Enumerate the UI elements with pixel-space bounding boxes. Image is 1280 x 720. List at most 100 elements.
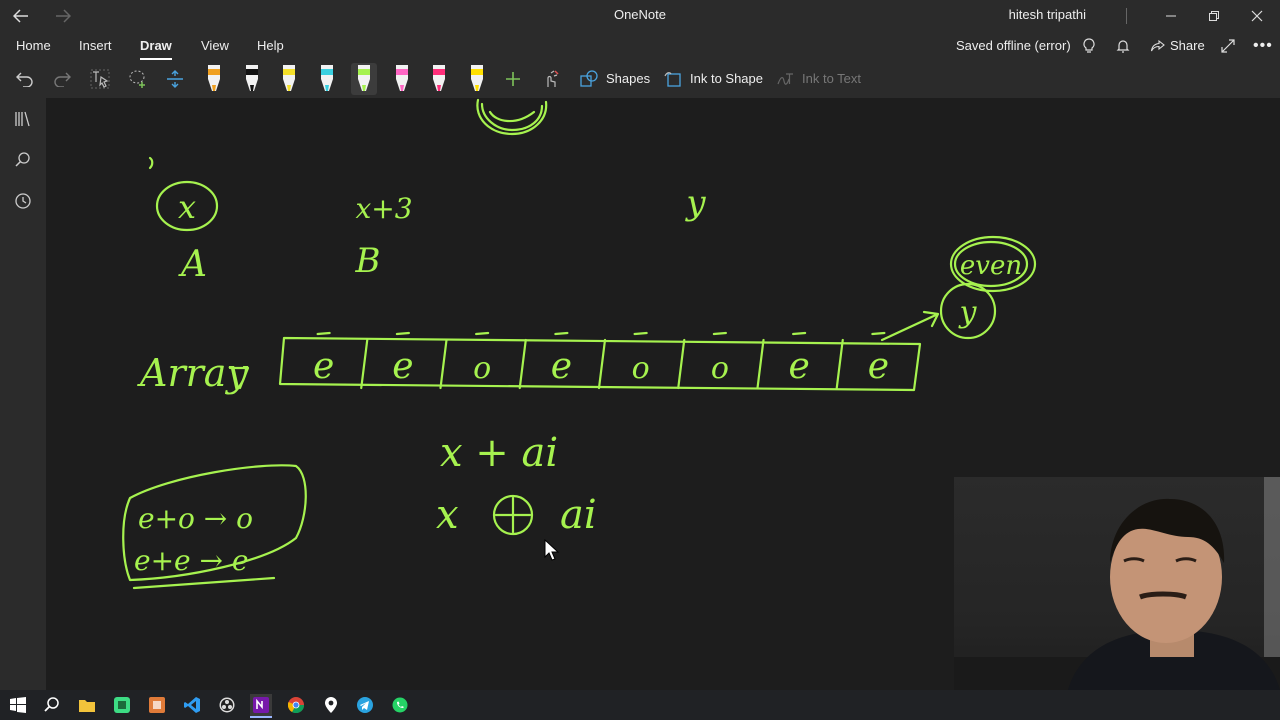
expr2-x: x xyxy=(436,492,459,538)
rule-e-plus-e: e+e → e xyxy=(134,544,248,577)
even-text: even xyxy=(960,251,1022,281)
array-divider xyxy=(360,338,369,390)
array-divider xyxy=(518,338,527,390)
share-label: Share xyxy=(1170,38,1205,53)
arrow-to-y xyxy=(880,310,940,342)
ink-to-text-label: Ink to Text xyxy=(802,71,862,86)
cell-mark xyxy=(871,331,886,336)
draw-ribbon: Shapes Ink to Shape Ink to Text xyxy=(0,60,1280,99)
tab-help[interactable]: Help xyxy=(257,36,284,56)
cell-mark xyxy=(712,331,727,336)
share-icon xyxy=(1150,39,1165,52)
shapes-label: Shapes xyxy=(606,71,651,86)
ink-to-shape-button[interactable]: Ink to Shape xyxy=(664,60,763,98)
recent-clock-icon[interactable] xyxy=(10,188,36,214)
pen-cyan-icon[interactable] xyxy=(314,63,340,95)
title-separator xyxy=(1126,8,1127,24)
cell-mark xyxy=(633,331,648,336)
save-status[interactable]: Saved offline (error) xyxy=(956,32,1071,60)
shapes-button[interactable]: Shapes xyxy=(580,60,650,98)
pen-multicolor-icon[interactable] xyxy=(201,63,227,95)
mouse-cursor-icon xyxy=(544,538,560,561)
add-pen-icon[interactable] xyxy=(499,64,527,94)
cell-mark xyxy=(475,331,490,336)
app-orange-icon[interactable] xyxy=(146,694,168,716)
tab-insert[interactable]: Insert xyxy=(79,36,112,56)
array-divider xyxy=(835,338,844,390)
highlighter-yellow-icon[interactable] xyxy=(464,63,490,95)
app-green-icon[interactable] xyxy=(111,694,133,716)
pen-black-icon[interactable] xyxy=(239,63,265,95)
fullscreen-icon[interactable] xyxy=(1220,32,1238,60)
array-divider xyxy=(439,338,448,390)
array-cell: o xyxy=(711,351,729,386)
type-select-icon[interactable] xyxy=(86,64,114,94)
windows-start-icon[interactable] xyxy=(7,694,29,716)
pen-yellow-icon[interactable] xyxy=(276,63,302,95)
user-name[interactable]: hitesh tripathi xyxy=(1009,0,1086,32)
whatsapp-icon[interactable] xyxy=(389,694,411,716)
array-divider xyxy=(756,338,765,390)
back-arrow-icon[interactable] xyxy=(6,0,36,32)
vscode-icon[interactable] xyxy=(181,694,203,716)
array-cell: e xyxy=(313,346,334,387)
bell-icon[interactable] xyxy=(1116,32,1134,60)
more-options-icon[interactable]: ••• xyxy=(1253,32,1272,60)
undo-icon[interactable] xyxy=(11,64,39,94)
lasso-select-icon[interactable] xyxy=(124,64,152,94)
array-cell: o xyxy=(632,351,650,386)
forward-arrow-icon[interactable] xyxy=(48,0,78,32)
x-plus-3-text: x+3 xyxy=(355,192,412,225)
label-a: A xyxy=(178,244,207,285)
file-explorer-icon[interactable] xyxy=(76,694,98,716)
tab-home[interactable]: Home xyxy=(16,36,51,56)
title-bar: OneNote hitesh tripathi xyxy=(0,0,1280,32)
xor-plus xyxy=(494,496,532,534)
minimize-icon[interactable] xyxy=(1156,0,1186,32)
array-cell: e xyxy=(392,346,413,387)
touch-draw-icon[interactable] xyxy=(536,64,564,94)
cell-mark xyxy=(792,331,807,336)
maps-icon[interactable] xyxy=(320,694,342,716)
webcam-overlay xyxy=(954,477,1280,720)
array-divider xyxy=(597,338,607,390)
ink-to-shape-label: Ink to Shape xyxy=(690,71,763,86)
array-cell: o xyxy=(473,351,491,386)
expr2-ai: ai xyxy=(560,492,597,538)
pen-magenta-icon[interactable] xyxy=(426,63,452,95)
ink-to-text-button[interactable]: Ink to Text xyxy=(776,60,861,98)
array-cell: e xyxy=(788,346,809,387)
shapes-icon xyxy=(580,70,598,87)
rule-e-plus-o: e+o → o xyxy=(138,502,253,535)
redo-icon[interactable] xyxy=(48,64,76,94)
obs-icon[interactable] xyxy=(216,694,238,716)
array-label: Array xyxy=(137,351,248,395)
tab-draw[interactable]: Draw xyxy=(140,36,172,60)
pen-pink-icon[interactable] xyxy=(389,63,415,95)
window-title: OneNote xyxy=(613,7,667,22)
search-icon[interactable] xyxy=(10,147,36,173)
circled-x-text: x xyxy=(178,188,196,226)
tab-view[interactable]: View xyxy=(201,36,229,56)
restore-icon[interactable] xyxy=(1199,0,1229,32)
highlighter-green-icon[interactable] xyxy=(351,63,377,95)
onenote-icon[interactable] xyxy=(250,694,272,718)
search-icon[interactable] xyxy=(41,694,63,716)
lightbulb-icon[interactable] xyxy=(1082,32,1100,60)
close-icon[interactable] xyxy=(1242,0,1272,32)
chrome-icon[interactable] xyxy=(285,694,307,716)
taskbar xyxy=(0,690,1280,720)
array-cell: e xyxy=(551,346,572,387)
cell-mark xyxy=(316,331,331,336)
y-circled-text: y xyxy=(958,295,978,330)
label-b: B xyxy=(355,241,381,281)
cell-mark xyxy=(554,331,569,336)
notebooks-icon[interactable] xyxy=(10,106,36,132)
array-cell: e xyxy=(868,346,889,387)
add-space-icon[interactable] xyxy=(161,64,189,94)
share-button[interactable]: Share xyxy=(1150,32,1205,60)
array-divider xyxy=(677,338,686,390)
left-nav xyxy=(0,98,46,690)
telegram-icon[interactable] xyxy=(354,694,376,716)
expr-x-plus-ai: x + ai xyxy=(440,430,558,476)
